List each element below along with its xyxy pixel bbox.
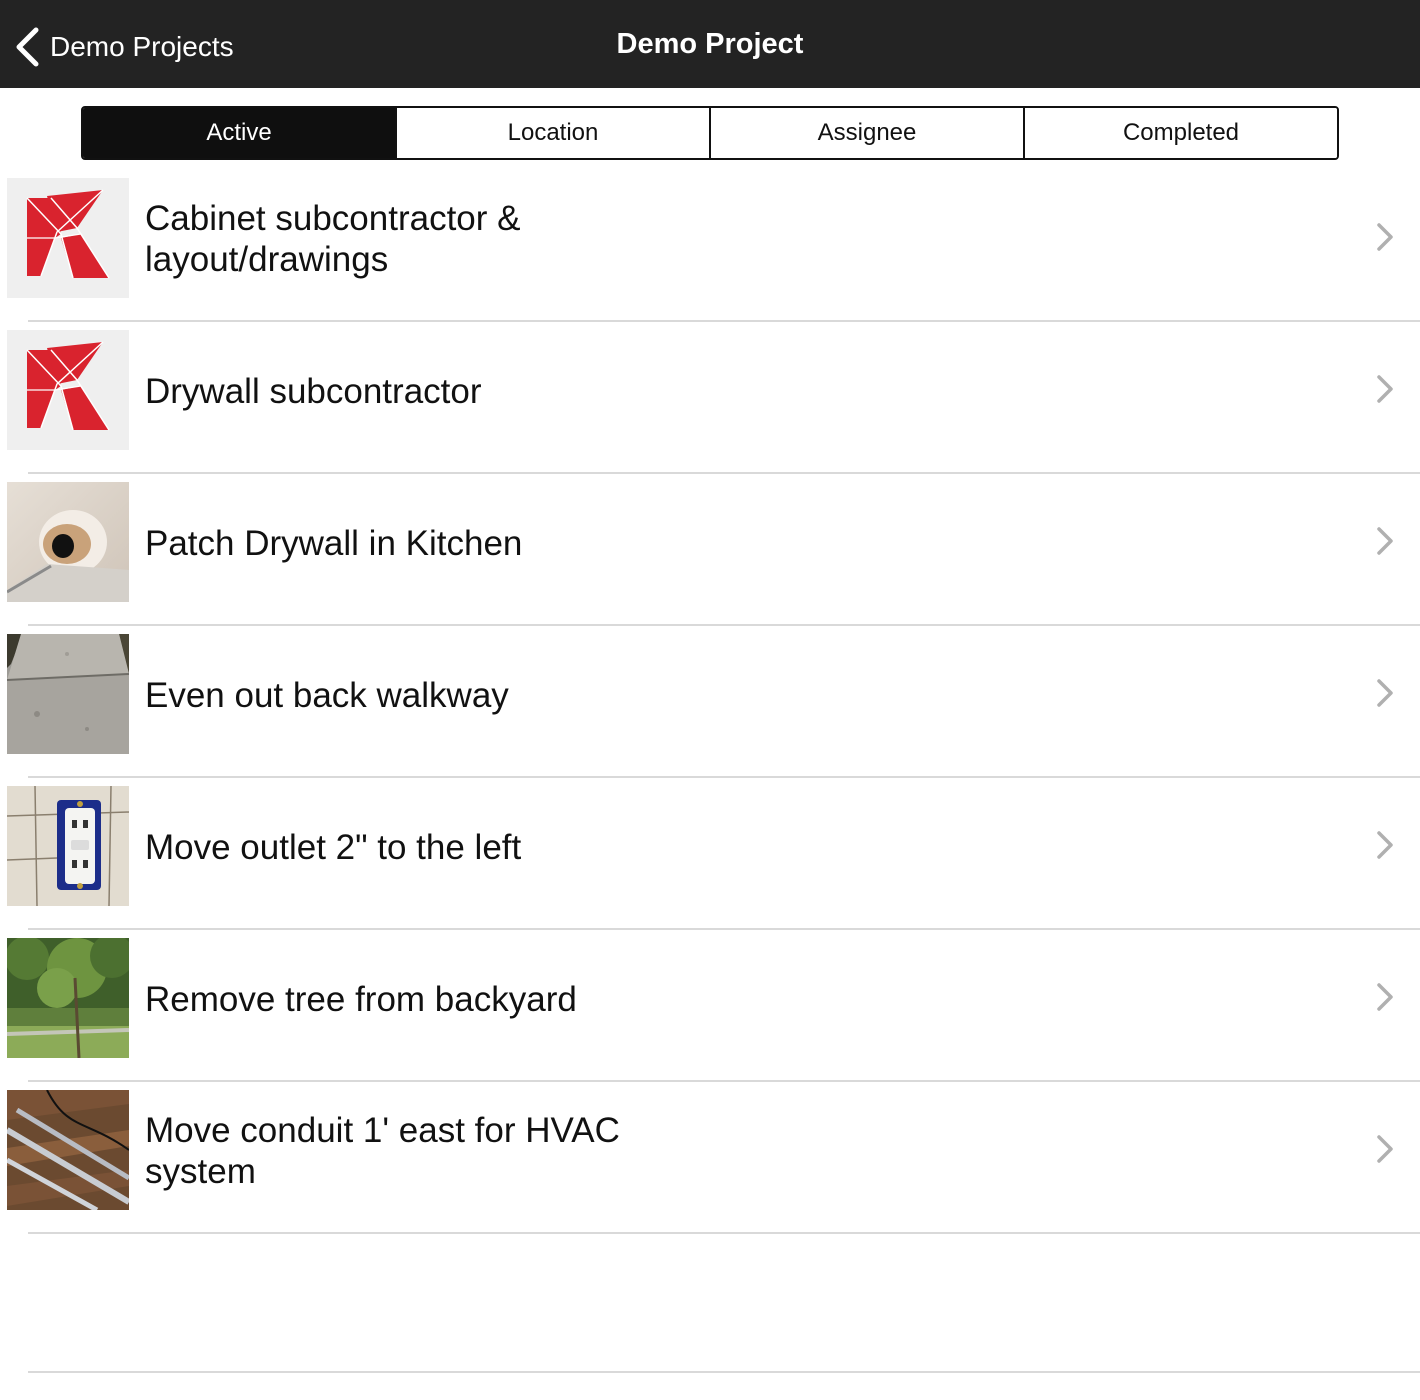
filter-segmented-control: Active Location Assignee Completed (81, 106, 1339, 160)
segment-active[interactable]: Active (83, 108, 395, 158)
k-logo-icon (7, 330, 129, 450)
conduit-photo (7, 1090, 129, 1210)
list-item[interactable]: Remove tree from backyard (0, 930, 1420, 1082)
empty-row-separator (28, 1371, 1420, 1373)
segment-assignee[interactable]: Assignee (709, 108, 1023, 158)
list-item[interactable]: Patch Drywall in Kitchen (0, 474, 1420, 626)
list-item[interactable]: Move conduit 1' east for HVAC system (0, 1082, 1420, 1234)
task-list: Cabinet subcontractor & layout/drawings … (0, 170, 1420, 1234)
walkway-photo (7, 634, 129, 754)
list-item-label: Move outlet 2" to the left (145, 827, 522, 867)
chevron-right-icon (1377, 679, 1393, 707)
drywall-hole-photo (7, 482, 129, 602)
navigation-bar: Demo Projects Demo Project (0, 0, 1420, 88)
list-item-label: Patch Drywall in Kitchen (145, 523, 523, 563)
chevron-right-icon (1377, 831, 1393, 859)
tree-photo (7, 938, 129, 1058)
chevron-right-icon (1377, 1135, 1393, 1163)
chevron-right-icon (1377, 223, 1393, 251)
chevron-right-icon (1377, 375, 1393, 403)
row-separator (28, 1232, 1420, 1234)
list-item[interactable]: Cabinet subcontractor & layout/drawings (0, 170, 1420, 322)
outlet-photo (7, 786, 129, 906)
chevron-right-icon (1377, 527, 1393, 555)
list-item-label: Even out back walkway (145, 675, 509, 715)
list-item-label: Remove tree from backyard (145, 979, 577, 1019)
chevron-right-icon (1377, 983, 1393, 1011)
segment-completed[interactable]: Completed (1023, 108, 1337, 158)
segment-location[interactable]: Location (395, 108, 709, 158)
list-item[interactable]: Even out back walkway (0, 626, 1420, 778)
list-item-label: Move conduit 1' east for HVAC system (145, 1111, 620, 1191)
page-title: Demo Project (616, 28, 804, 60)
list-item-label: Drywall subcontractor (145, 371, 482, 411)
list-item-label: Cabinet subcontractor & layout/drawings (145, 199, 521, 279)
k-logo-icon (7, 178, 129, 298)
list-item[interactable]: Drywall subcontractor (0, 322, 1420, 474)
list-item[interactable]: Move outlet 2" to the left (0, 778, 1420, 930)
